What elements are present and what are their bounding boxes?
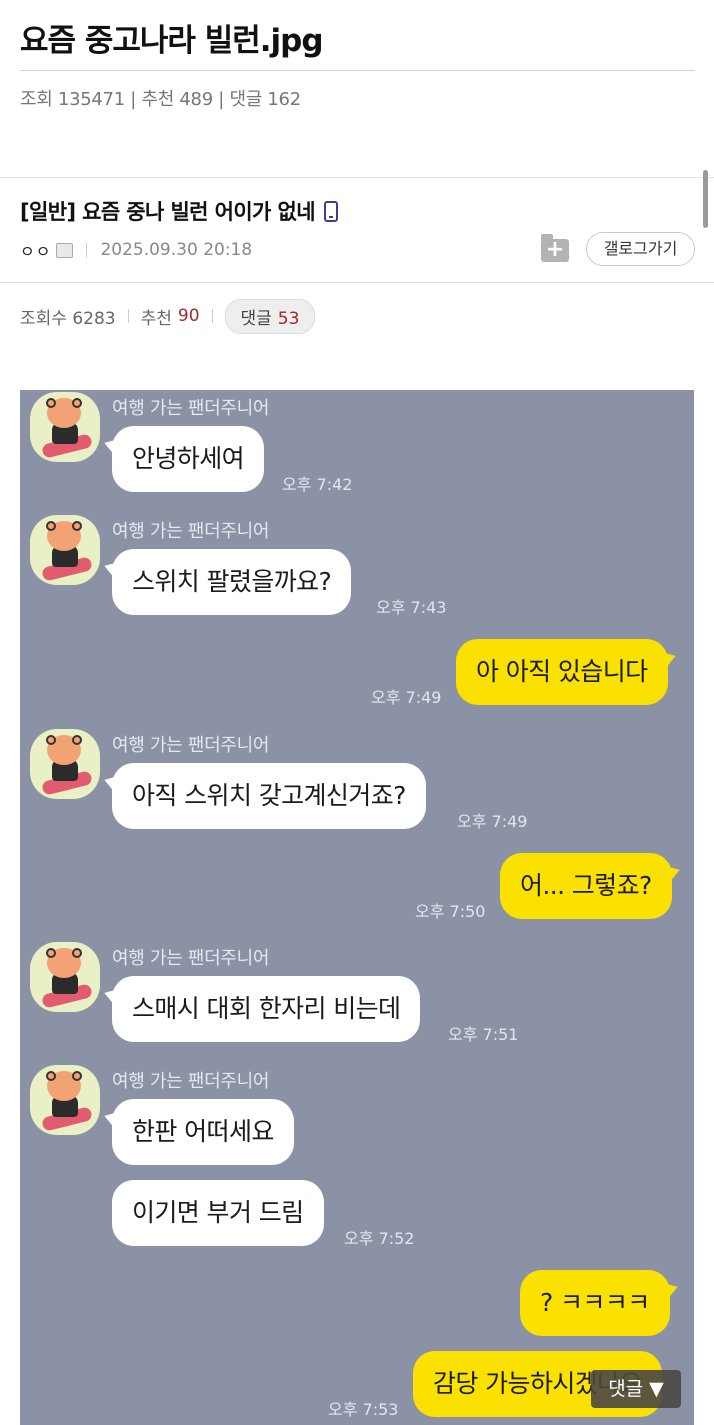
message-time: 오후 7:53 bbox=[328, 1400, 399, 1419]
post-stats: 조회 135471 | 추천 489 | 댓글 162 bbox=[20, 89, 301, 110]
sender-name: 여행 가는 팬더주니어 bbox=[112, 1071, 270, 1092]
sender-name: 여행 가는 팬더주니어 bbox=[112, 948, 270, 969]
comment-count-pill[interactable]: 댓글 53 bbox=[224, 298, 316, 334]
sender-name: 여행 가는 팬더주니어 bbox=[112, 735, 270, 756]
sender-name: 여행 가는 팬더주니어 bbox=[112, 398, 270, 419]
post-header: 요즘 중고나라 빌런.jpg 조회 135471 | 추천 489 | 댓글 1… bbox=[20, 18, 695, 111]
count-separator bbox=[211, 309, 213, 323]
phone-icon bbox=[323, 200, 338, 222]
chat-bubble-outgoing: 어... 그렇죠? bbox=[500, 853, 672, 919]
gallery-log-button[interactable]: 갤로그가기 bbox=[586, 232, 695, 266]
inner-post-title[interactable]: [일반] 요즘 중나 빌런 어이가 없네 bbox=[20, 196, 338, 226]
recommend-count: 90 bbox=[177, 306, 200, 326]
count-separator bbox=[127, 309, 129, 323]
sender-avatar bbox=[30, 392, 100, 462]
post-title: 요즘 중고나라 빌런.jpg bbox=[20, 23, 324, 59]
chat-bubble-outgoing: 아 아직 있습니다 bbox=[456, 639, 668, 705]
message-time: 오후 7:49 bbox=[371, 688, 442, 707]
message-time: 오후 7:49 bbox=[457, 812, 528, 831]
message-time: 오후 7:42 bbox=[282, 475, 353, 494]
message-time: 오후 7:43 bbox=[376, 598, 447, 617]
inner-post-title-text: [일반] 요즘 중나 빌런 어이가 없네 bbox=[20, 200, 316, 224]
scrap-add-icon[interactable]: + bbox=[541, 234, 569, 262]
author-name[interactable]: ㅇㅇ bbox=[20, 238, 51, 262]
message-time: 오후 7:52 bbox=[344, 1229, 415, 1248]
recommend-label: 추천 bbox=[140, 308, 172, 329]
chat-bubble-incoming: 한판 어떠세요 bbox=[112, 1099, 294, 1165]
meta-divider bbox=[0, 282, 714, 283]
chat-bubble-outgoing: ? ㅋㅋㅋㅋ bbox=[520, 1270, 670, 1336]
message-time: 오후 7:50 bbox=[415, 902, 486, 921]
author-badge-icon bbox=[56, 242, 74, 258]
sender-avatar bbox=[30, 729, 100, 799]
sender-avatar bbox=[30, 1065, 100, 1135]
comment-label: 댓글 bbox=[240, 308, 272, 329]
chat-bubble-incoming: 스매시 대회 한자리 비는데 bbox=[112, 976, 421, 1042]
sender-avatar bbox=[30, 942, 100, 1012]
sender-name: 여행 가는 팬더주니어 bbox=[112, 521, 270, 542]
post-counts-row: 조회수 6283 추천 90 댓글 53 bbox=[20, 298, 316, 334]
title-divider bbox=[20, 70, 695, 71]
chat-bubble-incoming: 이기면 부거 드림 bbox=[112, 1180, 324, 1246]
post-meta-row: ㅇㅇ 2025.09.30 20:18 + 갤로그가기 bbox=[20, 232, 695, 266]
section-divider bbox=[0, 177, 714, 178]
sender-avatar bbox=[30, 515, 100, 585]
chat-bubble-incoming: 안녕하세여 bbox=[112, 426, 265, 492]
floating-comment-button[interactable]: 댓글 ▼ bbox=[591, 1370, 681, 1408]
meta-separator bbox=[86, 242, 88, 258]
chat-screenshot: 여행 가는 팬더주니어 안녕하세여 오후 7:42 여행 가는 팬더주니어 스위… bbox=[20, 390, 694, 1425]
view-count: 조회수 6283 bbox=[20, 308, 116, 329]
chat-bubble-incoming: 아직 스위치 갖고계신거죠? bbox=[112, 763, 426, 829]
chat-bubble-incoming: 스위치 팔렸을까요? bbox=[112, 549, 352, 615]
post-date: 2025.09.30 20:18 bbox=[100, 240, 253, 260]
comment-count: 53 bbox=[277, 308, 300, 329]
scrollbar[interactable] bbox=[703, 170, 708, 228]
message-time: 오후 7:51 bbox=[448, 1025, 519, 1044]
